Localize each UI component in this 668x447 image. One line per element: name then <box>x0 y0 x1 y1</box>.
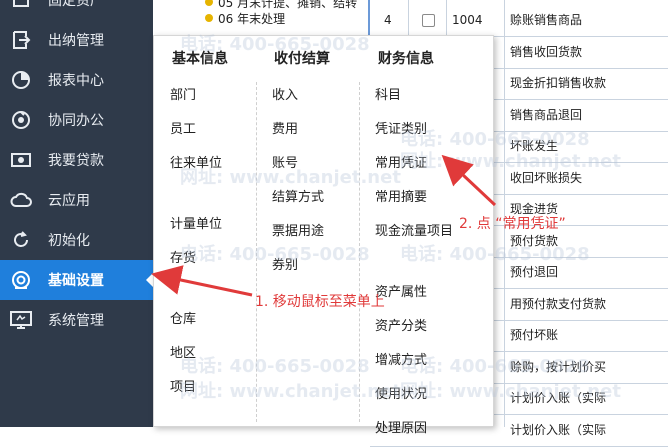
folder-dot-icon <box>205 0 213 6</box>
menu-item-change-method[interactable]: 增减方式 <box>375 349 427 368</box>
table-row[interactable]: 4 1004 赊账销售商品 <box>370 5 668 37</box>
voucher-name: 预付退回 <box>510 265 559 279</box>
voucher-tree: 05 月末计提、摊销、结转 06 年末处理 <box>153 0 368 35</box>
menu-item-subject[interactable]: 科目 <box>375 84 401 103</box>
menu-column-title: 基本信息 <box>172 51 228 67</box>
settings-icon <box>10 269 32 291</box>
nav-item-collaboration[interactable]: 协同办公 <box>0 100 153 140</box>
nav-label: 出纳管理 <box>48 33 104 49</box>
voucher-name: 预付坏账 <box>510 328 559 342</box>
nav-item-cloud-apps[interactable]: 云应用 <box>0 180 153 220</box>
nav-label: 固定资产 <box>48 0 104 9</box>
voucher-name: 计划价入账（实际 <box>510 391 607 405</box>
tree-item[interactable]: 05 月末计提、摊销、结转 <box>205 0 357 10</box>
menu-item-inventory[interactable]: 存货 <box>170 247 196 266</box>
nav-label: 报表中心 <box>48 73 104 89</box>
left-sidebar: 固定资产 出纳管理 报表中心 协同办公 我要贷款 云应用 初始化 基础设置 系统… <box>0 0 153 427</box>
menu-item-income[interactable]: 收入 <box>272 84 298 103</box>
nav-item-fixed-assets[interactable]: 固定资产 <box>0 0 153 20</box>
annotation-step-1: 1. 移动鼠标至菜单上 <box>255 294 385 310</box>
system-icon <box>10 309 32 331</box>
voucher-name: 赊账销售商品 <box>510 13 583 27</box>
menu-item-bill-usage[interactable]: 票据用途 <box>272 220 324 239</box>
menu-column-title: 收付结算 <box>274 51 330 67</box>
tree-item[interactable]: 06 年末处理 <box>205 10 285 26</box>
voucher-name: 销售商品退回 <box>510 107 583 122</box>
menu-item-voucher-type[interactable]: 券别 <box>272 254 298 273</box>
voucher-name: 用预付款支付货款 <box>510 296 607 311</box>
report-icon <box>10 69 32 91</box>
menu-item-employee[interactable]: 员工 <box>170 118 196 137</box>
nav-label: 基础设置 <box>48 273 104 289</box>
menu-item-region[interactable]: 地区 <box>170 342 196 361</box>
nav-label: 云应用 <box>48 193 90 209</box>
nav-item-initialize[interactable]: 初始化 <box>0 220 153 260</box>
menu-item-warehouse[interactable]: 仓库 <box>170 308 196 327</box>
asset-icon <box>10 0 32 11</box>
voucher-name: 计划价入账（实际 <box>510 422 607 437</box>
loan-icon <box>10 149 32 171</box>
menu-column-title: 财务信息 <box>378 51 434 67</box>
voucher-code: 1004 <box>452 13 483 27</box>
menu-divider <box>256 82 258 422</box>
voucher-name: 收回坏账损失 <box>510 170 583 185</box>
menu-item-project[interactable]: 项目 <box>170 376 196 395</box>
menu-item-account[interactable]: 账号 <box>272 152 298 171</box>
nav-item-system-management[interactable]: 系统管理 <box>0 300 153 340</box>
nav-item-report-center[interactable]: 报表中心 <box>0 60 153 100</box>
annotation-step-2: 2. 点 “常用凭证” <box>459 216 566 232</box>
menu-item-common-summary[interactable]: 常用摘要 <box>375 186 427 205</box>
menu-item-expense[interactable]: 费用 <box>272 118 298 137</box>
nav-label: 协同办公 <box>48 113 104 129</box>
folder-dot-icon <box>205 14 213 22</box>
nav-label: 系统管理 <box>48 313 104 329</box>
refresh-icon <box>10 229 32 251</box>
cashier-icon <box>10 29 32 51</box>
voucher-name: 赊购，按计划价买 <box>510 359 607 374</box>
collaboration-icon <box>10 109 32 131</box>
menu-item-settlement-method[interactable]: 结算方式 <box>272 186 324 205</box>
menu-divider <box>359 82 361 422</box>
nav-item-loan[interactable]: 我要贷款 <box>0 140 153 180</box>
menu-item-common-voucher[interactable]: 常用凭证 <box>375 152 427 171</box>
row-number: 4 <box>384 13 392 27</box>
nav-label: 初始化 <box>48 233 90 249</box>
cloud-icon <box>10 189 32 211</box>
nav-item-cashier[interactable]: 出纳管理 <box>0 20 153 60</box>
menu-item-usage-status[interactable]: 使用状况 <box>375 383 427 402</box>
menu-item-department[interactable]: 部门 <box>170 84 196 103</box>
nav-item-basic-settings[interactable]: 基础设置 <box>0 260 153 300</box>
menu-item-unit[interactable]: 计量单位 <box>170 213 222 232</box>
voucher-name: 现金折扣销售收款 <box>510 76 607 90</box>
menu-item-partner[interactable]: 往来单位 <box>170 152 222 171</box>
basic-settings-menu: 基本信息 收付结算 财务信息 部门 员工 往来单位 计量单位 存货 仓库 地区 … <box>153 35 494 436</box>
menu-item-asset-category[interactable]: 资产分类 <box>375 315 427 334</box>
voucher-name: 销售收回货款 <box>510 44 583 59</box>
nav-label: 我要贷款 <box>48 153 104 169</box>
row-checkbox[interactable] <box>422 14 435 27</box>
menu-item-cashflow-item[interactable]: 现金流量项目 <box>375 220 453 239</box>
menu-item-voucher-category[interactable]: 凭证类别 <box>375 118 427 137</box>
voucher-name: 坏账发生 <box>510 139 559 153</box>
